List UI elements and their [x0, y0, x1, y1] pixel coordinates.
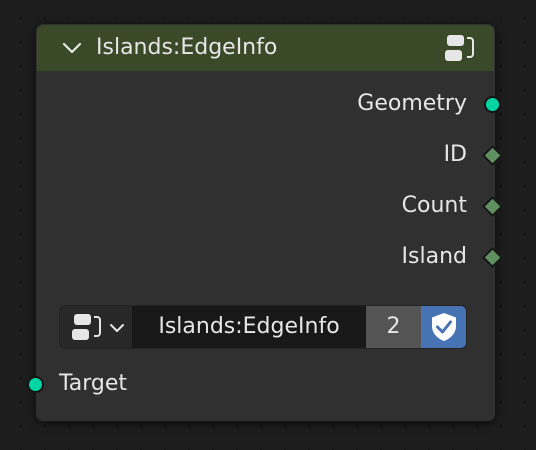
output-island-socket[interactable] — [481, 246, 504, 269]
output-count: Count — [402, 190, 467, 222]
node-group-selector: Islands:EdgeInfo 2 — [59, 305, 467, 349]
fake-user-toggle[interactable] — [421, 306, 466, 348]
chevron-down-icon[interactable] — [61, 39, 83, 57]
output-geometry-socket[interactable] — [484, 96, 501, 113]
output-count-socket[interactable] — [481, 195, 504, 218]
node-title: Islands:EdgeInfo — [96, 35, 278, 60]
input-target: Target — [59, 368, 127, 400]
output-geometry: Geometry — [357, 88, 467, 120]
browse-node-group-button[interactable] — [60, 306, 132, 348]
user-count-button[interactable]: 2 — [366, 306, 421, 348]
node-group-icon — [72, 314, 101, 340]
node-header[interactable]: Islands:EdgeInfo — [37, 25, 494, 71]
node-group-node[interactable]: Islands:EdgeInfo Geometry ID Count Islan… — [27, 23, 504, 422]
chevron-down-icon — [110, 324, 124, 332]
output-geometry-label: Geometry — [357, 91, 467, 116]
input-target-socket[interactable] — [27, 376, 44, 393]
output-id: ID — [444, 139, 467, 171]
input-target-label: Target — [59, 371, 128, 396]
shield-check-icon — [432, 313, 456, 341]
node-group-icon — [445, 35, 474, 61]
output-id-label: ID — [443, 142, 467, 167]
node-group-name-field[interactable]: Islands:EdgeInfo — [132, 306, 366, 348]
output-island: Island — [402, 241, 467, 273]
output-id-socket[interactable] — [481, 144, 504, 167]
output-island-label: Island — [401, 244, 467, 269]
output-count-label: Count — [401, 193, 467, 218]
